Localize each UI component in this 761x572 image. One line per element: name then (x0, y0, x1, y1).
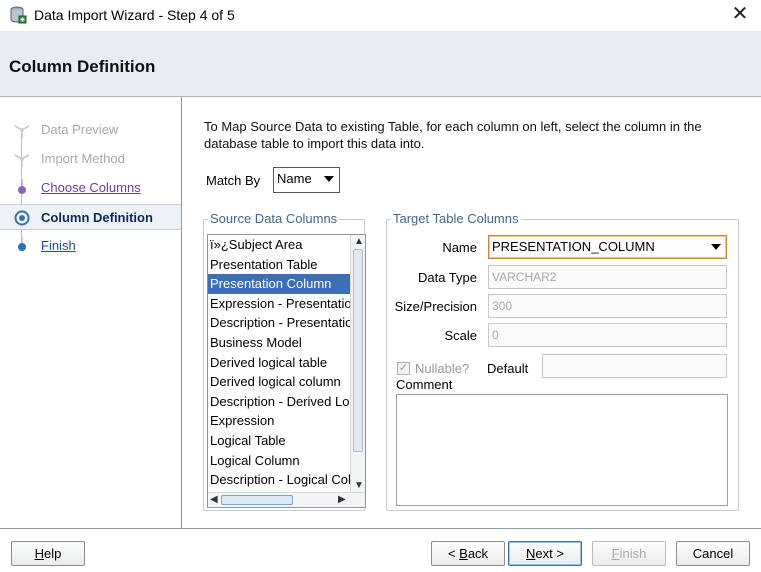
instruction-text: To Map Source Data to existing Table, fo… (204, 119, 702, 151)
finish-button: Finish (592, 541, 666, 566)
list-item[interactable]: ï»¿Subject Area (208, 235, 351, 255)
close-icon[interactable]: ✕ (731, 4, 749, 24)
list-item[interactable]: Presentation Table (208, 255, 351, 275)
default-label: Default (487, 361, 529, 376)
default-field (542, 354, 727, 378)
source-columns-list[interactable]: ï»¿Subject Area Presentation Table Present… (207, 234, 366, 508)
current-step-icon (14, 210, 30, 226)
chevron-down-icon (324, 176, 334, 182)
list-item[interactable]: Logical Table (208, 431, 351, 451)
back-label-rest: ack (467, 546, 489, 561)
list-item[interactable]: Business Model (208, 333, 351, 353)
step-label: Choose Columns (41, 180, 141, 195)
next-mnemonic: N (526, 546, 536, 561)
page-header: Column Definition (0, 31, 761, 97)
data-type-label: Data Type (417, 270, 477, 285)
help-mnemonic: H (34, 546, 45, 561)
vertical-scrollbar[interactable]: ▲ ▼ (350, 235, 365, 493)
list-item[interactable]: Expression - Presentation Column (208, 294, 351, 314)
nullable-checkbox: ✓ (397, 362, 410, 375)
step-column-definition[interactable]: Column Definition (0, 204, 181, 230)
target-column-name-value: PRESENTATION_COLUMN (492, 239, 655, 254)
comment-textarea (396, 394, 728, 506)
scroll-down-icon[interactable]: ▼ (354, 480, 364, 492)
size-precision-label: Size/Precision (394, 299, 477, 314)
finish-mnemonic: F (611, 546, 620, 561)
list-item[interactable]: Logical Column (208, 451, 351, 471)
scale-field: 0 (488, 323, 727, 347)
finish-label-rest: inish (619, 546, 647, 561)
scroll-up-icon[interactable]: ▲ (354, 236, 364, 248)
list-item[interactable]: Presentation Column (208, 274, 351, 294)
match-by-dropdown[interactable]: Name (273, 167, 340, 193)
page-title: Column Definition (9, 57, 156, 76)
wizard-steps-panel: Data Preview Import Method Choose Column… (0, 97, 182, 528)
step-label: Data Preview (41, 122, 119, 137)
scroll-right-icon[interactable]: ▶ (338, 494, 346, 506)
completed-step-icon (14, 125, 30, 138)
source-columns-title: Source Data Columns (208, 211, 340, 226)
cancel-button[interactable]: Cancel (676, 541, 750, 566)
scale-label: Scale (444, 328, 477, 343)
back-button[interactable]: < Back (431, 541, 505, 566)
horizontal-scroll-thumb[interactable] (221, 495, 293, 505)
back-prefix: < (447, 546, 460, 561)
match-by-value: Name (277, 171, 312, 186)
title-bar: Data Import Wizard - Step 4 of 5 ✕ (0, 0, 761, 31)
target-column-name-dropdown[interactable]: PRESENTATION_COLUMN (488, 235, 727, 259)
data-type-field: VARCHAR2 (488, 265, 727, 289)
list-item[interactable]: Derived logical column (208, 372, 351, 392)
vertical-scroll-thumb[interactable] (353, 249, 363, 452)
step-data-preview: Data Preview (0, 117, 181, 143)
button-bar: Help < Back Next > Finish Cancel (0, 528, 761, 572)
list-item[interactable]: Expression (208, 411, 351, 431)
horizontal-scrollbar[interactable]: ◀ ▶ (208, 492, 365, 507)
match-by-label: Match By (206, 173, 261, 188)
list-item[interactable]: Description - Derived Logical Column (208, 392, 351, 412)
step-choose-columns[interactable]: Choose Columns (0, 175, 181, 201)
list-item[interactable]: Description - Presentation Column (208, 313, 351, 333)
help-label-rest: elp (44, 546, 62, 561)
nullable-label: Nullable? (415, 361, 470, 376)
next-label-rest: ext > (535, 546, 564, 561)
source-columns-items: ï»¿Subject Area Presentation Table Present… (208, 235, 351, 493)
step-label: Finish (41, 238, 76, 253)
step-label: Column Definition (41, 210, 153, 225)
visited-step-icon (18, 179, 26, 194)
chevron-down-icon (711, 244, 721, 250)
back-mnemonic: B (459, 546, 468, 561)
list-item[interactable]: Derived logical table (208, 353, 351, 373)
size-precision-field: 300 (488, 294, 727, 318)
target-columns-group: Target Table Columns Name PRESENTATION_C… (386, 211, 739, 511)
list-item[interactable]: Description - Logical Column (208, 470, 351, 490)
target-columns-title: Target Table Columns (391, 211, 521, 226)
step-import-method: Import Method (0, 146, 181, 172)
step-label: Import Method (41, 151, 125, 166)
main-panel: To Map Source Data to existing Table, fo… (183, 97, 761, 528)
help-button[interactable]: Help (11, 541, 85, 566)
step-finish[interactable]: Finish (0, 233, 181, 259)
completed-step-icon (14, 154, 30, 167)
scroll-left-icon[interactable]: ◀ (210, 494, 218, 506)
pending-step-icon (18, 237, 26, 251)
source-columns-group: Source Data Columns ï»¿Subject Area Prese… (203, 211, 366, 511)
window-title: Data Import Wizard - Step 4 of 5 (34, 7, 235, 23)
comment-label: Comment (396, 377, 453, 392)
next-button[interactable]: Next > (508, 541, 582, 566)
database-import-icon (10, 6, 27, 24)
name-label: Name (442, 240, 477, 255)
